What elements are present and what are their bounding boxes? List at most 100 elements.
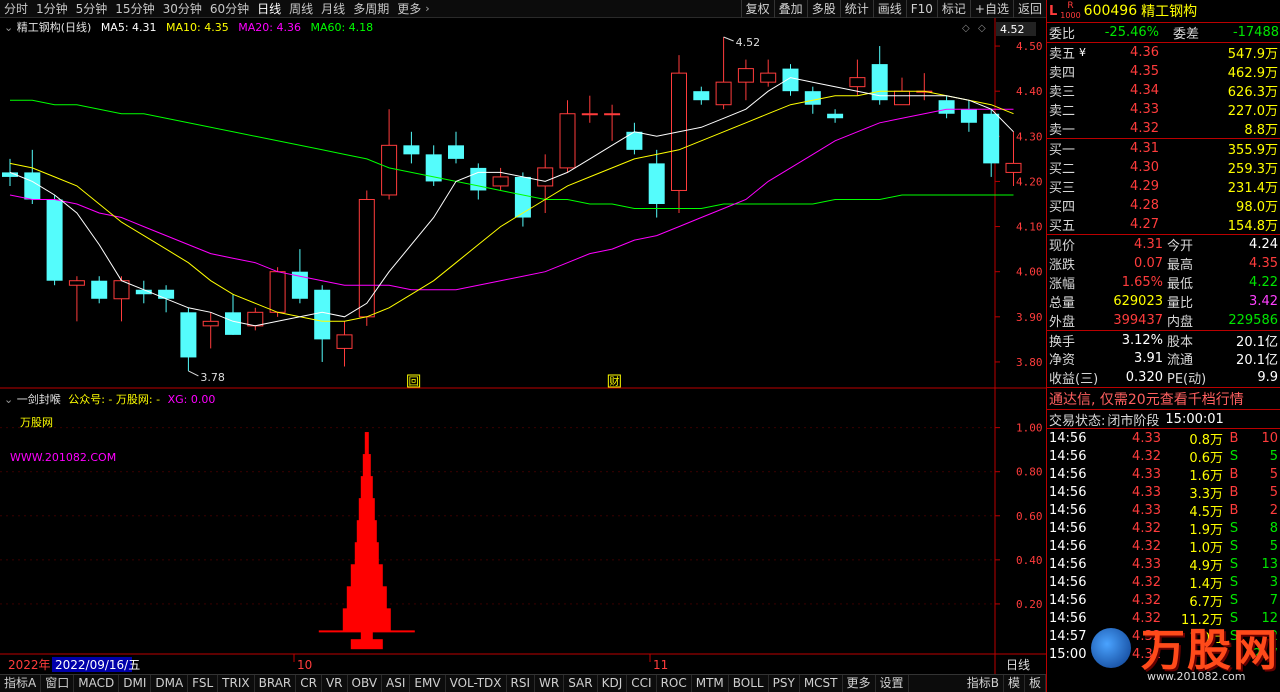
ad-banner[interactable]: 通达信, 仅需20元查看千档行情 xyxy=(1047,387,1280,409)
tab-5[interactable]: 60分钟 xyxy=(206,0,253,17)
tab-1[interactable]: 1分钟 xyxy=(32,0,72,17)
indicator-tab-14[interactable]: RSI xyxy=(507,675,536,692)
weibi-row: 委比 -25.46% 委差 -17488 xyxy=(1047,22,1280,42)
indicator-tabs: 指标A 窗口 MACD DMI DMA FSL TRIX BRAR CR VR OBV ASI EMV V… xyxy=(0,674,1046,692)
tool-2[interactable]: 多股 xyxy=(806,0,840,18)
tool-8[interactable]: 返回 xyxy=(1012,0,1046,18)
indicator-tab-13[interactable]: VOL-TDX xyxy=(446,675,507,692)
indicator-tab-25[interactable]: 设置 xyxy=(876,675,909,692)
tool-4[interactable]: 画线 xyxy=(872,0,906,18)
collapse-icon[interactable]: ⌄ xyxy=(4,393,13,406)
indicator-tab-18[interactable]: CCI xyxy=(627,675,657,692)
tab-10[interactable]: 更多 xyxy=(393,0,425,17)
indicator-line2: 公众号: - 万股网: - xyxy=(68,393,161,406)
candle xyxy=(671,55,687,214)
bids-row[interactable]: 买三 4.29 231.4万 xyxy=(1047,177,1280,196)
indicator-tab-22[interactable]: PSY xyxy=(769,675,800,692)
tool-7[interactable]: +自选 xyxy=(969,0,1013,18)
stock-code: 600496 xyxy=(1083,3,1138,19)
tool-5[interactable]: F10 xyxy=(905,0,937,18)
quote-row: 涨幅 1.65% 最低 4.22 xyxy=(1049,275,1278,292)
diamond-icon[interactable]: ◇ xyxy=(962,23,970,34)
month-10: 10 xyxy=(297,658,312,672)
chart-title: 精工钢构(日线) xyxy=(16,21,92,34)
tool-0[interactable]: 复权 xyxy=(740,0,774,18)
tab-0[interactable]: 分时 xyxy=(0,0,32,17)
indicator-tab-19[interactable]: ROC xyxy=(657,675,692,692)
indicator-tab-11[interactable]: ASI xyxy=(382,675,411,692)
indicator-tab-7[interactable]: BRAR xyxy=(255,675,297,692)
stock-name: 精工钢构 xyxy=(1141,4,1198,20)
indicator-tab-0[interactable]: 指标A xyxy=(0,675,42,692)
indicator-tab-26[interactable]: 指标B xyxy=(963,675,1004,692)
indicator-tab-12[interactable]: EMV xyxy=(410,675,446,692)
indicator-title: 一剑封喉 xyxy=(16,393,61,406)
indicator-tab-8[interactable]: CR xyxy=(296,675,322,692)
indicator-header: ⌄ 一剑封喉 公众号: - 万股网: - XG: 0.00 xyxy=(4,391,215,407)
candle xyxy=(782,64,799,96)
tool-3[interactable]: 统计 xyxy=(839,0,873,18)
svg-text:财: 财 xyxy=(609,375,619,388)
tab-7[interactable]: 周线 xyxy=(285,0,317,17)
tab-4[interactable]: 30分钟 xyxy=(159,0,206,17)
quote-row: 现价 4.31 今开 4.24 xyxy=(1049,237,1278,254)
asks-row[interactable]: 卖四 4.35 462.9万 xyxy=(1047,62,1280,81)
indicator-xg: XG: 0.00 xyxy=(167,393,216,406)
asks-row[interactable]: 卖五 ¥4.36 547.9万 xyxy=(1047,43,1280,62)
indicator-tab-28[interactable]: 板 xyxy=(1025,675,1046,692)
indicator-tick: 0.40 xyxy=(1016,554,1043,567)
indicator-tick: 0.60 xyxy=(1016,510,1043,523)
indicator-tab-20[interactable]: MTM xyxy=(692,675,729,692)
tick-row: 14:56 4.32 1.4万 S 3 xyxy=(1049,574,1278,592)
period-label[interactable]: 日线 xyxy=(1006,658,1030,672)
low-label: 3.78 xyxy=(200,371,225,384)
r-badge: R 1000 xyxy=(1060,1,1081,21)
bids-row[interactable]: 买二 4.30 259.3万 xyxy=(1047,158,1280,177)
tool-6[interactable]: 标记 xyxy=(936,0,970,18)
asks-row[interactable]: 卖一 4.32 8.8万 xyxy=(1047,119,1280,138)
indicator-tab-5[interactable]: FSL xyxy=(188,675,219,692)
indicator-tab-1[interactable]: 窗口 xyxy=(41,675,75,692)
tab-3[interactable]: 15分钟 xyxy=(111,0,158,17)
tab-2[interactable]: 5分钟 xyxy=(72,0,112,17)
indicator-tab-2[interactable]: MACD xyxy=(74,675,120,692)
indicator-tab-17[interactable]: KDJ xyxy=(598,675,628,692)
price-tick: 4.40 xyxy=(1016,85,1043,98)
tool-1[interactable]: 叠加 xyxy=(773,0,807,18)
tab-9[interactable]: 多周期 xyxy=(349,0,393,17)
more-chevron-icon[interactable]: › xyxy=(425,2,429,15)
collapse-icon[interactable]: ⌄ xyxy=(4,21,13,34)
tick-row: 14:56 4.33 4.9万 S 13 xyxy=(1049,556,1278,574)
indicator-tab-15[interactable]: WR xyxy=(535,675,565,692)
tick-row: 14:56 4.32 1.9万 S 8 xyxy=(1049,520,1278,538)
indicator-tab-10[interactable]: OBV xyxy=(348,675,383,692)
price-tick: 4.50 xyxy=(1016,40,1043,53)
candle xyxy=(358,190,375,326)
asks-row[interactable]: 卖三 4.34 626.3万 xyxy=(1047,81,1280,100)
bids-row[interactable]: 买四 4.28 98.0万 xyxy=(1047,196,1280,215)
bids-row[interactable]: 买一 4.31 355.9万 xyxy=(1047,139,1280,158)
price-tick: 4.20 xyxy=(1016,175,1043,188)
kline-chart[interactable]: 4.50 4.40 4.30 4.20 4.10 4.00 3.90 3.80 4.52 3.78… xyxy=(0,18,1046,674)
asks-row[interactable]: 卖二 4.33 227.0万 xyxy=(1047,100,1280,119)
indicator-tab-21[interactable]: BOLL xyxy=(729,675,769,692)
indicator-tab-9[interactable]: VR xyxy=(322,675,348,692)
tick-row: 14:56 4.32 6.7万 S 7 xyxy=(1049,592,1278,610)
indicator-tab-24[interactable]: 更多 xyxy=(843,675,876,692)
indicator-tab-3[interactable]: DMI xyxy=(119,675,152,692)
indicator-tab-16[interactable]: SAR xyxy=(564,675,598,692)
indicator-tab-27[interactable]: 模 xyxy=(1004,675,1025,692)
yen-icon: ¥ xyxy=(1079,46,1086,59)
diamond-icon-2[interactable]: ◇ xyxy=(978,23,986,34)
tab-6[interactable]: 日线 xyxy=(253,0,285,17)
indicator-tab-6[interactable]: TRIX xyxy=(218,675,255,692)
candle xyxy=(46,194,63,286)
ma20-label: MA20: 4.36 xyxy=(238,21,301,34)
tick-row: 14:56 4.32 0.6万 S 5 xyxy=(1049,448,1278,466)
indicator-tab-23[interactable]: MCST xyxy=(800,675,843,692)
bids-row[interactable]: 买五 4.27 154.8万 xyxy=(1047,215,1280,234)
tab-8[interactable]: 月线 xyxy=(317,0,349,17)
month-11: 11 xyxy=(653,658,668,672)
indicator-tab-4[interactable]: DMA xyxy=(151,675,189,692)
tick-row: 14:56 4.33 0.8万 B 10 xyxy=(1049,430,1278,448)
